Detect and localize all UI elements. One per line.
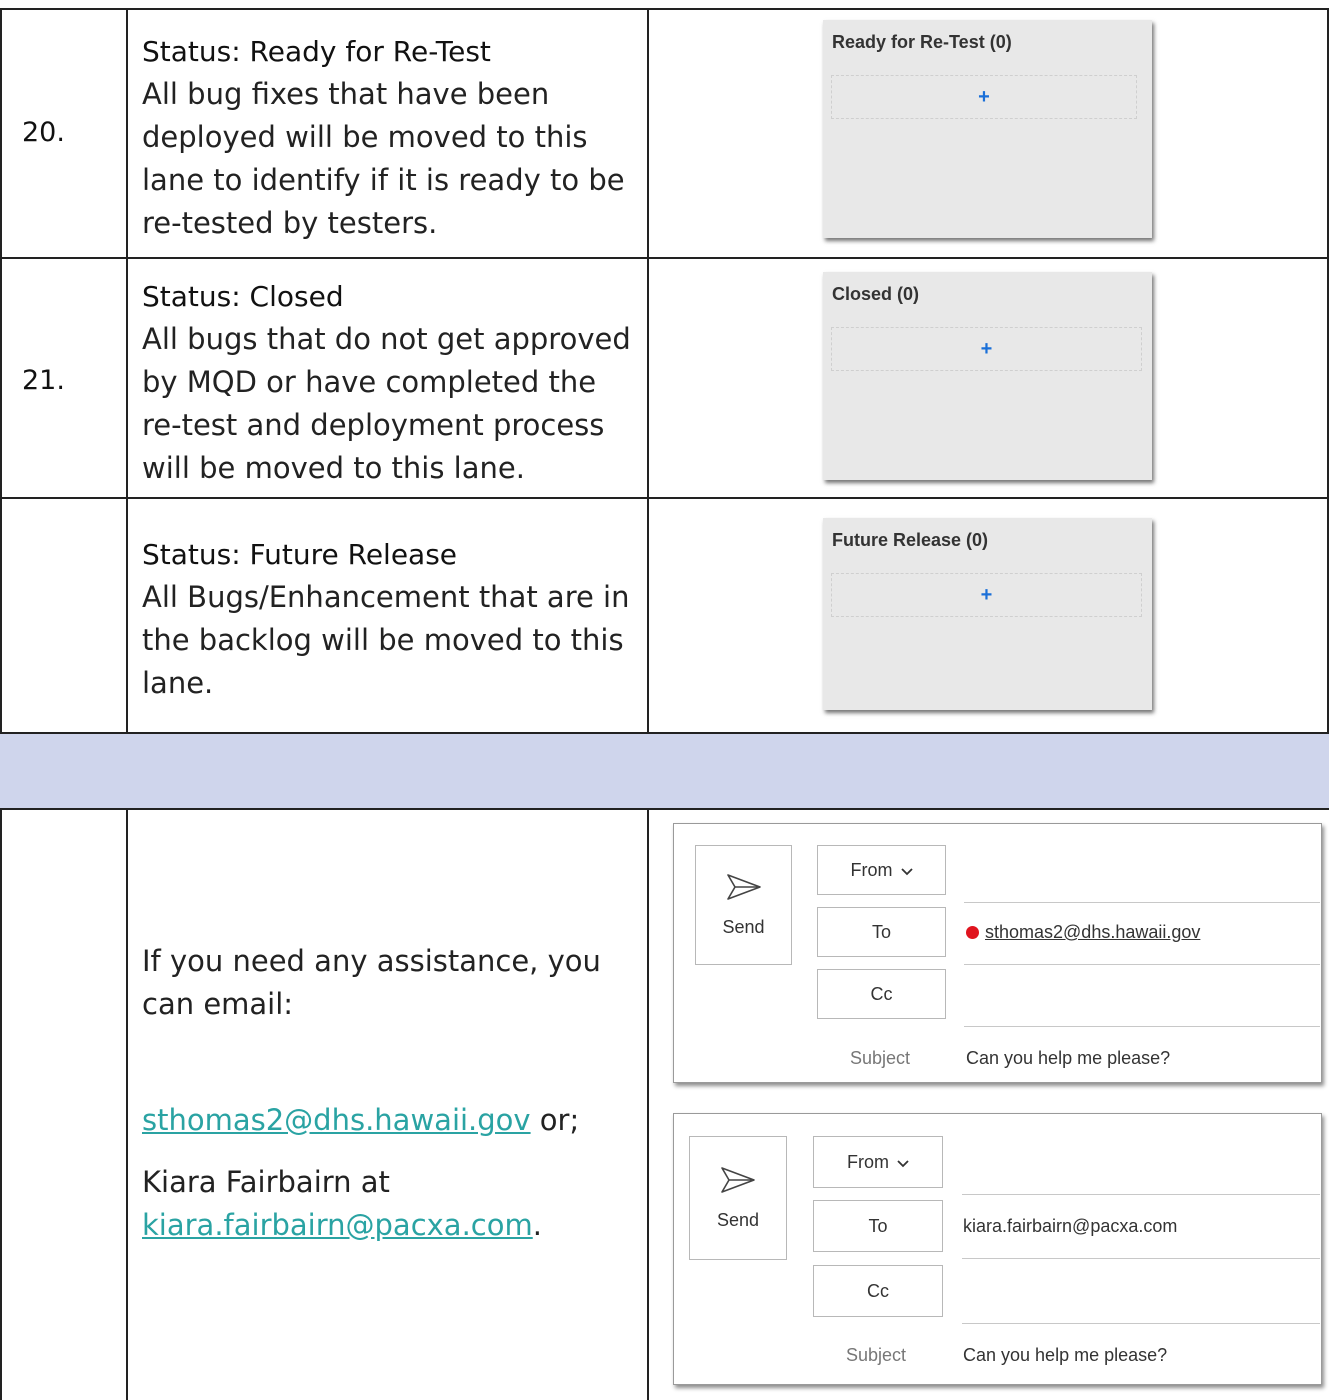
kanban-lane-future-release: Future Release (0) + — [823, 518, 1152, 710]
recipient-email: sthomas2@dhs.hawaii.gov — [985, 922, 1201, 942]
field-divider — [964, 964, 1320, 965]
row-divider — [0, 8, 1329, 10]
table-border-left — [0, 808, 2, 1400]
period-text: . — [532, 1208, 542, 1242]
field-divider — [962, 1323, 1320, 1324]
contact-name: Kiara Fairbairn at — [142, 1165, 390, 1199]
send-icon — [720, 1166, 756, 1198]
send-label: Send — [716, 1209, 760, 1230]
col-divider — [647, 8, 649, 734]
field-divider — [962, 1194, 1320, 1195]
subject-field[interactable]: Can you help me please? — [966, 1048, 1170, 1069]
from-label: From — [850, 859, 893, 880]
col-divider — [647, 808, 649, 1400]
add-card-button[interactable]: + — [831, 573, 1142, 617]
kanban-lane-ready-for-retest: Ready for Re-Test (0) + — [823, 20, 1152, 238]
lane-title: Closed (0) — [832, 284, 920, 304]
email-compose-1: Send From To Cc sthomas2@dhs.hawaii.gov … — [673, 823, 1322, 1083]
or-text: or; — [530, 1103, 580, 1137]
status-title: Status: Ready for Re-Test — [142, 35, 491, 68]
kanban-lane-closed: Closed (0) + — [823, 272, 1152, 480]
subject-label: Subject — [846, 1345, 907, 1365]
subject-label: Subject — [850, 1048, 911, 1068]
email-link-sthomas[interactable]: sthomas2@dhs.hawaii.gov — [142, 1103, 531, 1137]
field-divider — [962, 1258, 1320, 1259]
step-text: Status: Future Release All Bugs/Enhancem… — [142, 533, 642, 705]
step-text: Status: Closed All bugs that do not get … — [142, 275, 642, 490]
subject-field[interactable]: Can you help me please? — [963, 1345, 1167, 1366]
chevron-down-icon — [900, 860, 913, 881]
section-band — [0, 734, 1329, 809]
col-divider — [126, 8, 128, 734]
add-card-button[interactable]: + — [831, 327, 1142, 371]
col-divider — [126, 808, 128, 1400]
send-icon — [726, 873, 762, 905]
step-number: 20. — [22, 117, 65, 148]
cc-button[interactable]: Cc — [813, 1265, 943, 1317]
email-link-kiara[interactable]: kiara.fairbairn@pacxa.com — [142, 1208, 533, 1242]
field-divider — [964, 902, 1320, 903]
step-number: 21. — [22, 365, 65, 396]
instruction-table: 20. Status: Ready for Re-Test All bug fi… — [0, 0, 1329, 1400]
field-divider — [964, 1026, 1320, 1027]
from-dropdown[interactable]: From — [813, 1136, 943, 1188]
status-description: All bugs that do not get approved by MQD… — [142, 322, 631, 485]
cc-button[interactable]: Cc — [817, 969, 946, 1019]
email-compose-2: Send From To Cc kiara.fairbairn@pacxa.co… — [673, 1113, 1322, 1385]
to-button[interactable]: To — [817, 907, 946, 957]
recipient-status-dot — [966, 926, 979, 939]
status-description: All Bugs/Enhancement that are in the bac… — [142, 580, 630, 700]
status-title: Status: Closed — [142, 280, 344, 313]
from-dropdown[interactable]: From — [817, 845, 946, 895]
contact-intro: If you need any assistance, you can emai… — [142, 944, 601, 1021]
row-divider — [0, 257, 1329, 259]
row-divider — [0, 497, 1329, 499]
step-text: Status: Ready for Re-Test All bug fixes … — [142, 30, 642, 245]
send-button[interactable]: Send — [689, 1136, 787, 1260]
table-border-left — [0, 8, 2, 734]
to-button[interactable]: To — [813, 1200, 943, 1252]
contact-text: If you need any assistance, you can emai… — [142, 940, 642, 1247]
status-description: All bug fixes that have been deployed wi… — [142, 77, 625, 240]
contact-email-line: sthomas2@dhs.hawaii.gov or; — [142, 1099, 642, 1142]
to-field[interactable]: kiara.fairbairn@pacxa.com — [963, 1216, 1177, 1237]
chevron-down-icon — [897, 1152, 909, 1173]
to-field[interactable]: sthomas2@dhs.hawaii.gov — [966, 922, 1200, 943]
row-divider — [0, 732, 1329, 734]
lane-title: Ready for Re-Test (0) — [832, 32, 1012, 52]
contact-email-line-2: kiara.fairbairn@pacxa.com. — [142, 1204, 642, 1247]
lane-title: Future Release (0) — [832, 530, 989, 550]
row-divider — [0, 808, 1329, 810]
add-card-button[interactable]: + — [831, 75, 1137, 119]
from-label: From — [847, 1151, 889, 1172]
send-button[interactable]: Send — [695, 845, 792, 965]
status-title: Status: Future Release — [142, 538, 458, 571]
send-label: Send — [722, 916, 765, 937]
